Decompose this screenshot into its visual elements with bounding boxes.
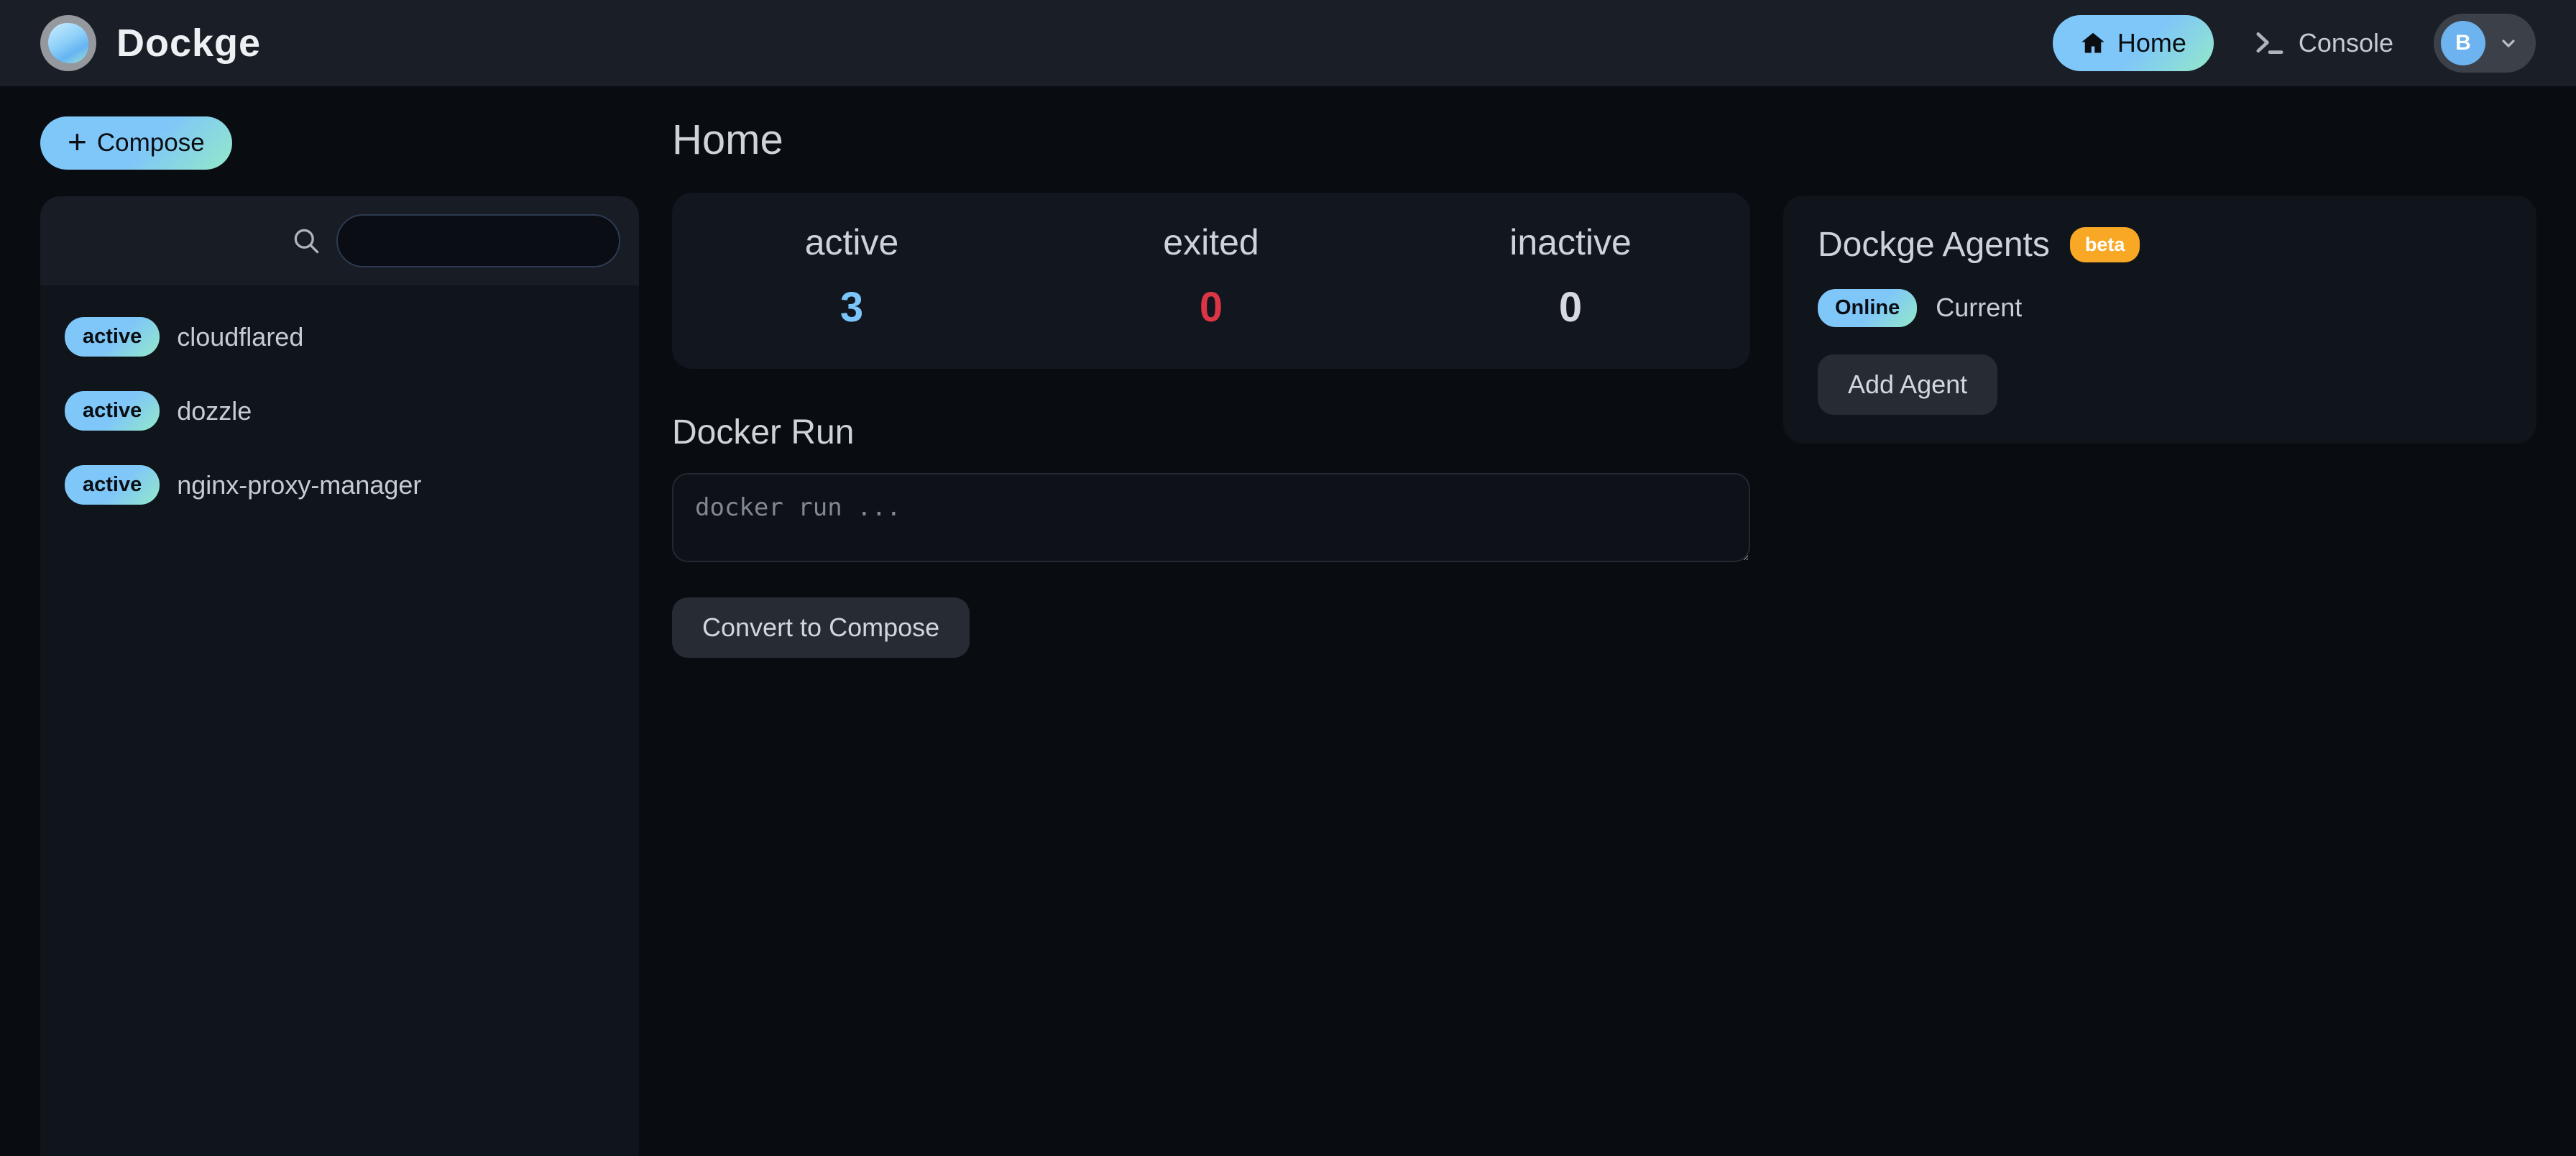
stat-inactive-label: inactive <box>1509 221 1632 262</box>
agent-name: Current <box>1936 293 2023 323</box>
home-button-label: Home <box>2117 28 2186 58</box>
agents-header: Dockge Agents beta <box>1818 224 2502 266</box>
plus-icon: + <box>68 123 87 160</box>
stack-name: cloudflared <box>177 321 304 352</box>
stack-list: active cloudflared active dozzle active … <box>40 285 639 522</box>
compose-button[interactable]: + Compose <box>40 116 232 170</box>
page-title: Home <box>672 116 783 163</box>
user-menu[interactable]: B <box>2434 14 2536 73</box>
page-layout: + Compose active cloudflared active dozz… <box>0 86 2576 1156</box>
sidebar: + Compose active cloudflared active dozz… <box>0 86 639 1156</box>
stat-active-value: 3 <box>840 283 864 331</box>
agent-status-row: Online Current <box>1818 288 2502 327</box>
avatar: B <box>2441 21 2485 65</box>
search-icon <box>290 225 322 257</box>
search-header <box>40 196 639 285</box>
docker-run-textarea[interactable] <box>672 473 1750 563</box>
console-label: Console <box>2298 28 2393 58</box>
stats-card: active 3 exited 0 inactive 0 <box>672 192 1750 369</box>
stat-active: active 3 <box>672 193 1031 369</box>
agents-panel: Dockge Agents beta Online Current Add Ag… <box>1783 196 2536 444</box>
stack-name: nginx-proxy-manager <box>177 469 422 500</box>
top-navbar: Dockge Home Console B <box>0 0 2576 86</box>
stack-row-nginx-proxy-manager[interactable]: active nginx-proxy-manager <box>40 448 639 522</box>
stack-row-cloudflared[interactable]: active cloudflared <box>40 300 639 374</box>
home-icon <box>2080 30 2106 56</box>
main-content: Home active 3 exited 0 inactive 0 Docker… <box>639 86 1750 659</box>
stat-inactive: inactive 0 <box>1391 193 1750 369</box>
brand-area: Dockge <box>40 15 261 71</box>
stat-active-label: active <box>804 221 899 262</box>
status-badge: active <box>65 391 160 431</box>
status-badge: active <box>65 317 160 357</box>
dockge-logo-icon <box>40 15 96 71</box>
beta-badge: beta <box>2069 227 2140 263</box>
nav-links: Home Console B <box>2052 14 2536 73</box>
convert-to-compose-button[interactable]: Convert to Compose <box>672 597 970 659</box>
stat-exited-label: exited <box>1163 221 1259 262</box>
stat-exited: exited 0 <box>1031 193 1391 369</box>
stack-name: dozzle <box>177 395 252 426</box>
search-input[interactable] <box>336 214 620 267</box>
status-badge: active <box>65 465 160 505</box>
console-button[interactable]: Console <box>2254 28 2393 58</box>
home-button[interactable]: Home <box>2052 15 2214 71</box>
avatar-initial: B <box>2455 31 2471 55</box>
terminal-icon <box>2254 30 2286 56</box>
stack-panel: active cloudflared active dozzle active … <box>40 196 639 1156</box>
add-agent-button[interactable]: Add Agent <box>1818 354 1998 415</box>
stack-row-dozzle[interactable]: active dozzle <box>40 374 639 448</box>
docker-run-title: Docker Run <box>672 413 855 451</box>
chevron-down-icon <box>2500 35 2517 52</box>
brand-title: Dockge <box>116 22 262 65</box>
compose-button-label: Compose <box>96 129 205 157</box>
agents-column: Dockge Agents beta Online Current Add Ag… <box>1750 86 2576 444</box>
online-badge: Online <box>1818 288 1918 327</box>
stat-inactive-value: 0 <box>1558 283 1583 331</box>
agents-title: Dockge Agents <box>1818 226 2050 264</box>
stat-exited-value: 0 <box>1199 283 1223 331</box>
